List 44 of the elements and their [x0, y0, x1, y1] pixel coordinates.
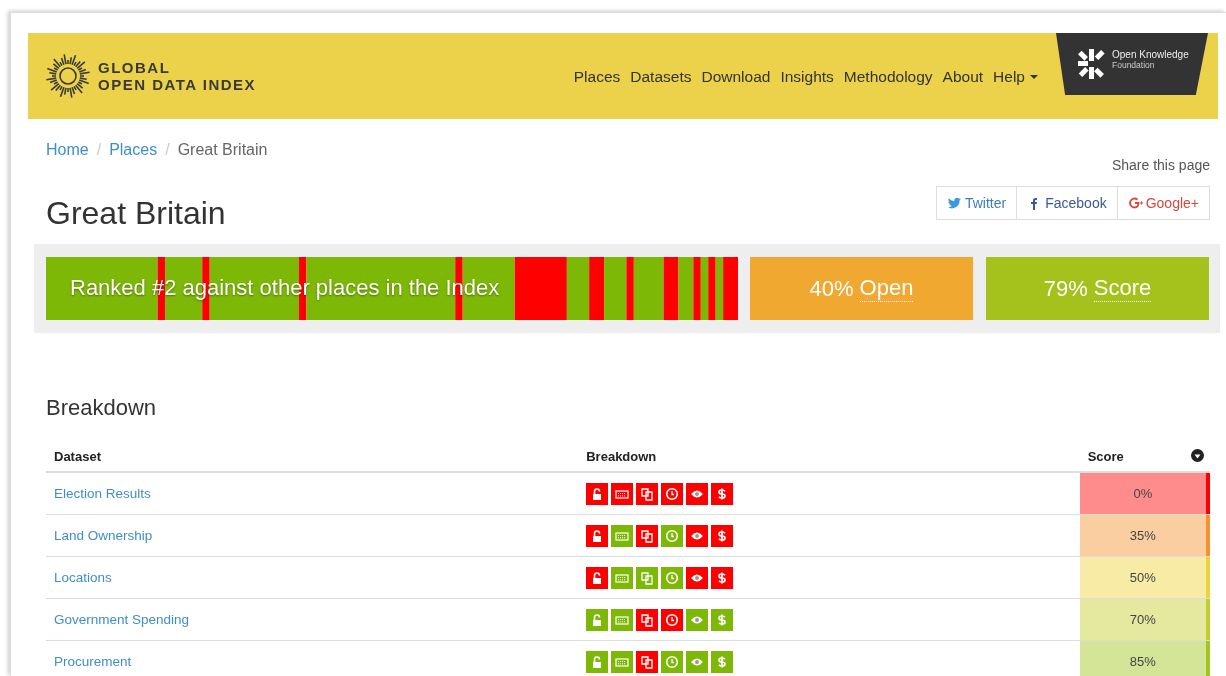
- google-plus-icon: [1127, 196, 1143, 210]
- partner-name: Open Knowledge: [1112, 49, 1189, 60]
- twitter-bird-icon: [946, 196, 962, 210]
- score-cell: 85%: [1079, 641, 1210, 676]
- share-button[interactable]: Facebook: [1017, 186, 1118, 220]
- dataset-link[interactable]: Procurement: [54, 654, 132, 669]
- stat-value: 40%: [809, 275, 854, 302]
- sunburst-icon: [46, 54, 90, 98]
- nav-link[interactable]: Datasets: [630, 68, 692, 86]
- dataset-link[interactable]: Land Ownership: [54, 528, 153, 543]
- column-header: Dataset: [53, 448, 102, 464]
- share-label: Share this page: [1111, 157, 1210, 173]
- page-title: Great Britain: [46, 195, 227, 232]
- nav-link[interactable]: About: [942, 68, 984, 86]
- dataset-link[interactable]: Locations: [54, 570, 112, 585]
- breadcrumb-separator: /: [96, 141, 102, 159]
- share-button[interactable]: Twitter: [935, 186, 1018, 220]
- nav-link[interactable]: Help: [993, 68, 1038, 86]
- nav-link[interactable]: Places: [573, 68, 621, 86]
- score-cell: 70%: [1079, 599, 1210, 640]
- partner-logo-panel[interactable]: Open Knowledge Foundation: [1056, 33, 1208, 95]
- breadcrumb-separator: /: [165, 141, 170, 159]
- breadcrumb-link[interactable]: Home: [46, 141, 89, 159]
- nav-link[interactable]: Download: [701, 68, 771, 86]
- partner-name: Foundation: [1112, 60, 1155, 71]
- score-cell: 35%: [1079, 515, 1210, 556]
- column-header: Score: [1087, 448, 1124, 464]
- dataset-link[interactable]: Government Spending: [54, 612, 190, 627]
- breadcrumb-current: Great Britain: [177, 141, 268, 159]
- logo-text[interactable]: OPEN DATA INDEX: [98, 76, 257, 93]
- logo-text[interactable]: GLOBAL: [98, 59, 257, 76]
- score-cell: 0%: [1079, 473, 1210, 514]
- stat-value: 79%: [1043, 275, 1088, 302]
- breadcrumb-link[interactable]: Places: [109, 141, 158, 159]
- sort-down-icon[interactable]: [1191, 448, 1204, 462]
- nav-link[interactable]: Methodology: [843, 68, 933, 86]
- column-header: Breakdown: [586, 448, 658, 464]
- nav-link[interactable]: Insights: [780, 68, 834, 86]
- dataset-link[interactable]: Election Results: [54, 486, 151, 501]
- score-cell: 50%: [1079, 557, 1210, 598]
- share-button[interactable]: Google+: [1117, 186, 1210, 220]
- asterisk-icon: [1076, 47, 1106, 81]
- section-heading: Breakdown: [46, 395, 158, 421]
- caret-icon: [1030, 75, 1038, 79]
